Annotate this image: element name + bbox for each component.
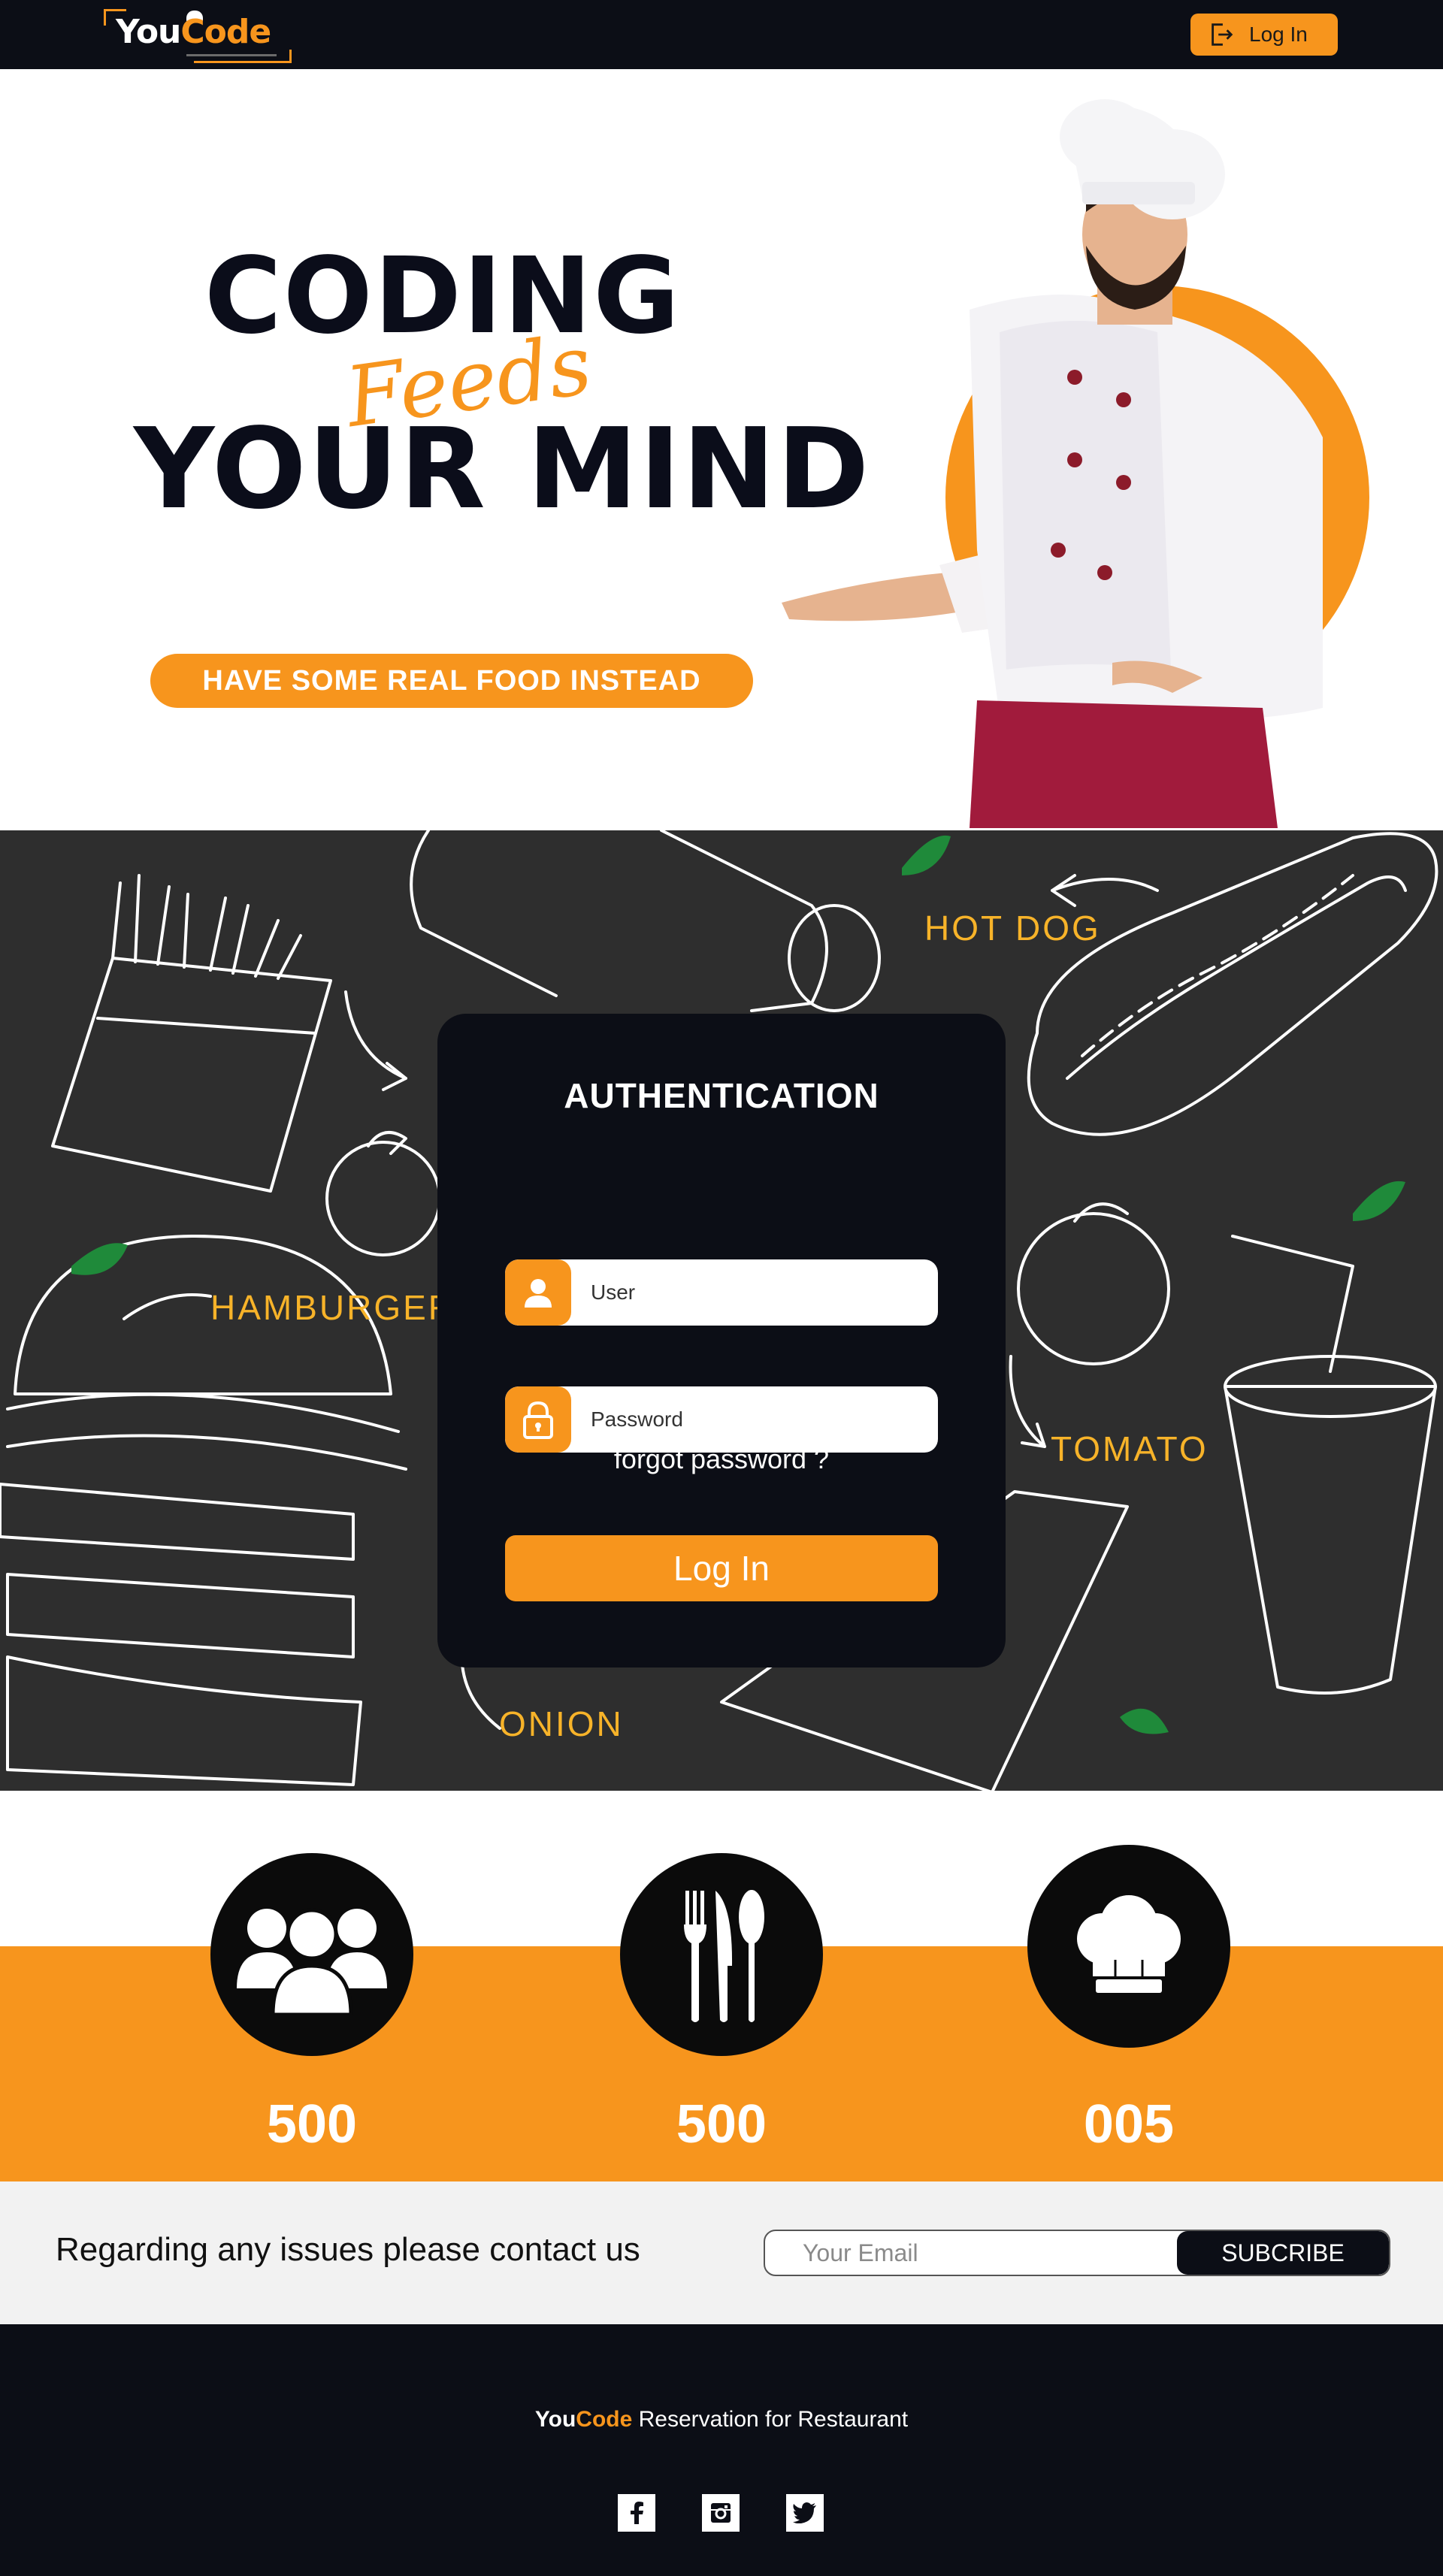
hotdog-label: HOT DOG xyxy=(924,909,1101,948)
tomato-label: TOMATO xyxy=(1051,1429,1209,1468)
logo-bracket xyxy=(194,50,292,63)
hamburger-label: HAMBURGER xyxy=(210,1288,456,1327)
stat-value: 500 xyxy=(266,2094,358,2154)
auth-login-button[interactable]: Log In xyxy=(505,1535,938,1601)
social-links xyxy=(618,2494,825,2533)
cup-doodle xyxy=(1224,1385,1437,1695)
navbar: YouCode Log In xyxy=(0,0,1443,69)
contact-section: Regarding any issues please contact us S… xyxy=(0,2181,1443,2324)
stat-value: 500 xyxy=(676,2094,767,2154)
cutlery-icon xyxy=(620,1853,823,2056)
stats-section: 500 500 005 xyxy=(0,1791,1443,2181)
logout-icon xyxy=(1212,23,1233,46)
hero-tagline-button[interactable]: HAVE SOME REAL FOOD INSTEAD xyxy=(150,654,753,708)
authentication-card: AUTHENTICATION forgot passwor xyxy=(437,1014,1006,1667)
user-field[interactable] xyxy=(505,1259,938,1326)
subscribe-button[interactable]: SUBCRIBE xyxy=(1177,2231,1389,2275)
onion-label: ONION xyxy=(499,1704,624,1743)
forgot-password-link[interactable]: forgot password ? xyxy=(437,1444,1006,1475)
email-input[interactable] xyxy=(801,2231,1177,2275)
footer-brand-you: You xyxy=(534,2407,576,2432)
password-field[interactable] xyxy=(505,1386,938,1453)
wrap-doodle xyxy=(410,830,828,1012)
contact-text: Regarding any issues please contact us xyxy=(56,2231,640,2268)
chef-hat-icon xyxy=(1027,1845,1230,2048)
logo-code: Code xyxy=(180,13,271,51)
fries-doodle xyxy=(51,874,332,1193)
stat-value: 005 xyxy=(1083,2094,1175,2154)
footer-brand-code: Code xyxy=(576,2407,633,2432)
password-input[interactable] xyxy=(589,1386,920,1453)
footer: YouCode Reservation for Restaurant xyxy=(0,2324,1443,2576)
navbar-login-button[interactable]: Log In xyxy=(1190,14,1338,56)
tomato-doodle xyxy=(325,1141,441,1256)
instagram-icon[interactable] xyxy=(702,2494,740,2532)
chef-illustration xyxy=(782,99,1369,828)
user-icon xyxy=(505,1259,571,1326)
auth-title: AUTHENTICATION xyxy=(564,1076,879,1115)
subscribe-form: SUBCRIBE xyxy=(764,2230,1390,2276)
logo-tagline xyxy=(186,54,277,56)
twitter-icon[interactable] xyxy=(786,2494,824,2532)
group-icon xyxy=(210,1853,413,2056)
lock-icon xyxy=(505,1386,571,1453)
logo-you: You xyxy=(116,13,181,51)
authentication-section: HOT DOG HAMBURGER TOMATO ONION AUTHENTIC… xyxy=(0,830,1443,1791)
hero-section: CODING YOUR MIND Feeds HAVE SOME REAL FO… xyxy=(0,69,1443,830)
footer-tagline: Reservation for Restaurant xyxy=(632,2407,909,2432)
footer-brand: YouCode Reservation for Restaurant xyxy=(0,2407,1443,2432)
navbar-login-label: Log In xyxy=(1249,23,1308,46)
logo-text: YouCode xyxy=(116,14,271,51)
user-input[interactable] xyxy=(589,1259,920,1326)
youcode-logo[interactable]: YouCode xyxy=(104,9,292,63)
facebook-icon[interactable] xyxy=(618,2494,655,2532)
